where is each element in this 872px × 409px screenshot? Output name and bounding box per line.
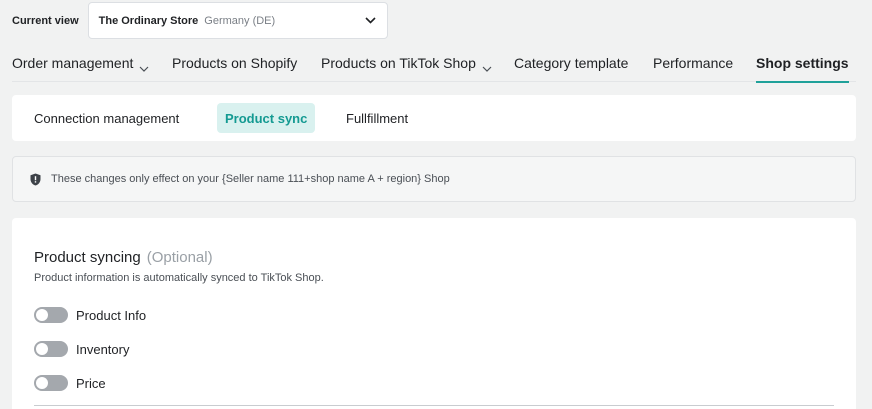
tab-label: Product sync <box>225 110 308 126</box>
optional-label: (Optional) <box>146 249 213 266</box>
divider <box>34 405 834 406</box>
section-title: Product syncing (Optional) <box>34 249 213 266</box>
nav-order-management[interactable]: Order management <box>12 52 149 82</box>
subtab-bar: Connection management Product sync Fullf… <box>12 95 856 141</box>
product-syncing-card: Product syncing (Optional) Product inform… <box>12 218 856 409</box>
tab-label: Connection management <box>34 110 180 126</box>
section-title-text: Product syncing <box>34 249 141 266</box>
nav-item-label: Shop settings <box>756 55 849 71</box>
toggle-product-info[interactable]: Product Info <box>34 306 146 324</box>
notice-text: These changes only effect on your {Selle… <box>51 173 450 185</box>
notice-banner: These changes only effect on your {Selle… <box>12 156 856 202</box>
nav-item-label: Products on TikTok Shop <box>321 55 476 71</box>
store-select[interactable]: The Ordinary Store Germany (DE) <box>87 2 388 39</box>
tab-fulfillment[interactable]: Fullfillment <box>338 103 416 133</box>
toggle-label: Price <box>76 375 106 391</box>
chevron-down-icon <box>365 15 377 27</box>
toggle-switch[interactable] <box>34 375 68 391</box>
store-name: The Ordinary Store <box>98 14 199 27</box>
nav-performance[interactable]: Performance <box>653 52 733 82</box>
toggle-switch[interactable] <box>34 307 68 323</box>
section-description: Product information is automatically syn… <box>34 272 324 284</box>
tab-connection-management[interactable]: Connection management <box>26 103 187 133</box>
store-region: Germany (DE) <box>204 14 276 27</box>
nav-item-label: Performance <box>653 55 734 71</box>
tab-product-sync[interactable]: Product sync <box>217 103 316 133</box>
toggle-inventory[interactable]: Inventory <box>34 340 129 358</box>
tab-label: Fullfillment <box>346 110 409 126</box>
chevron-down-icon <box>482 59 492 75</box>
main-nav: Order management Products on Shopify Pro… <box>12 52 856 83</box>
nav-item-label: Products on Shopify <box>172 55 298 71</box>
nav-products-on-shopify[interactable]: Products on Shopify <box>172 52 297 82</box>
toggle-label: Inventory <box>76 341 130 357</box>
nav-products-on-tiktok-shop[interactable]: Products on TikTok Shop <box>321 52 492 82</box>
nav-category-template[interactable]: Category template <box>514 52 628 82</box>
nav-shop-settings[interactable]: Shop settings <box>756 52 849 83</box>
current-view-label: Current view <box>12 14 79 27</box>
shield-icon <box>29 173 42 186</box>
nav-item-label: Category template <box>514 55 629 71</box>
toggle-label: Product Info <box>76 307 147 323</box>
toggle-switch[interactable] <box>34 341 68 357</box>
chevron-down-icon <box>139 59 149 75</box>
current-view-row: Current view The Ordinary Store Germany … <box>12 2 388 39</box>
toggle-price[interactable]: Price <box>34 374 106 392</box>
nav-item-label: Order management <box>12 55 134 71</box>
